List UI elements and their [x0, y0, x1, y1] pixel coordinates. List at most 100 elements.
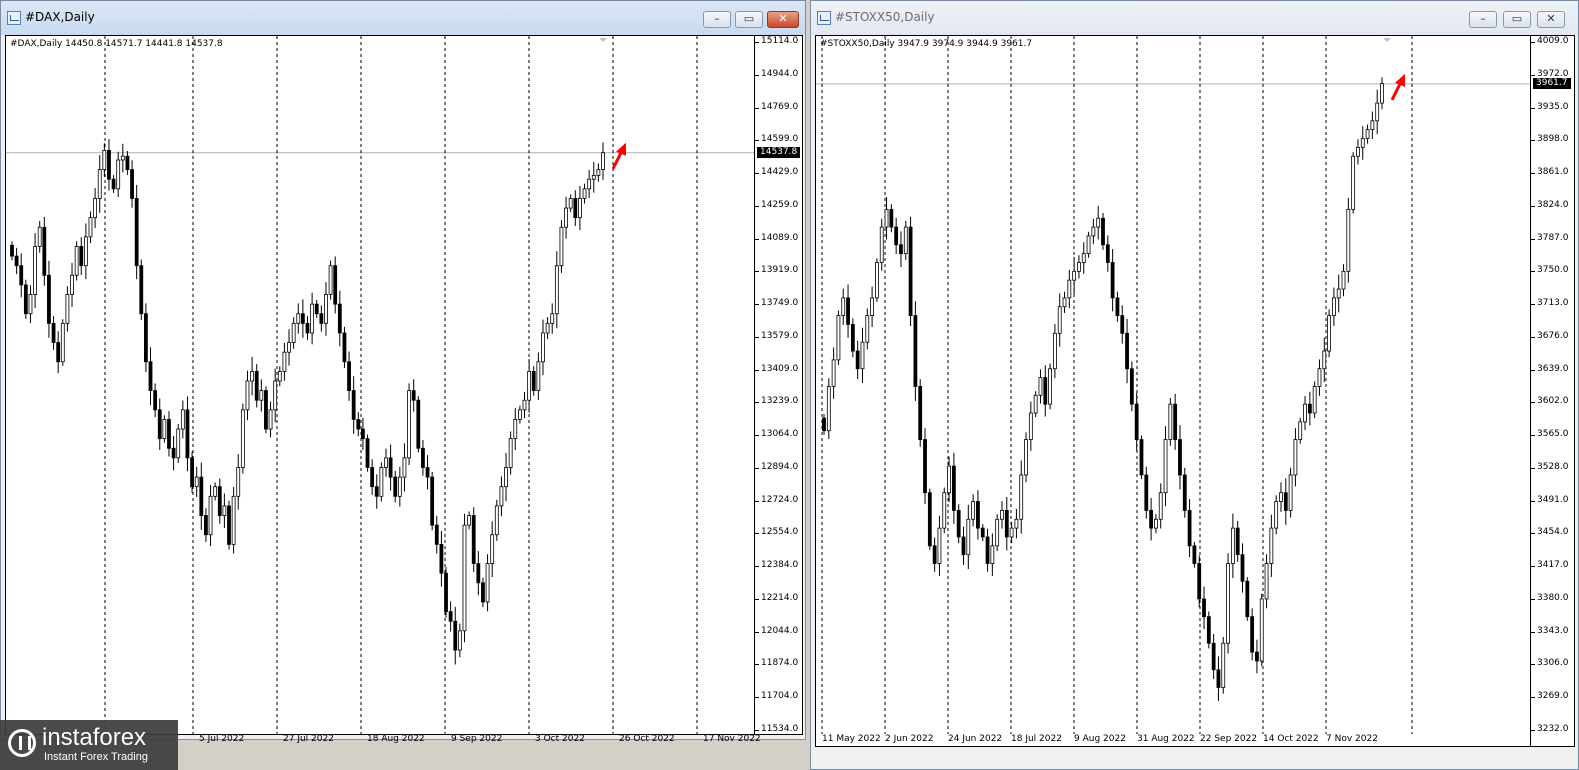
price-tick: [755, 664, 759, 666]
candle-body: [499, 486, 504, 507]
candle-body: [70, 274, 74, 295]
candle-body: [1067, 279, 1072, 299]
price-label: 3528.0: [1537, 461, 1569, 472]
chart-window-dax[interactable]: #DAX,Daily – ▭ ✕ #DAX,Daily 14450.8 1457…: [0, 0, 806, 744]
candle-body: [1163, 439, 1168, 494]
close-button[interactable]: ✕: [1537, 11, 1565, 28]
candle-body: [903, 226, 908, 255]
candle-body: [97, 169, 102, 199]
maximize-button[interactable]: ▭: [735, 11, 763, 28]
candle-body: [1004, 510, 1009, 538]
candle-body: [591, 174, 596, 180]
candle-body: [956, 510, 961, 538]
title-bar[interactable]: #STOXX50,Daily – ▭ ✕: [811, 1, 1578, 35]
candle-body: [37, 226, 42, 247]
chart-window-stoxx50[interactable]: #STOXX50,Daily – ▭ ✕ #STOXX50,Daily 3947…: [810, 0, 1579, 770]
candle-body: [65, 294, 70, 324]
candle-body: [139, 265, 144, 315]
price-tick: [1531, 42, 1535, 43]
candle-body: [102, 149, 107, 171]
price-tick: [755, 173, 759, 175]
price-tick: [1531, 140, 1535, 142]
price-label: 3750.0: [1537, 265, 1569, 276]
candle-body: [578, 198, 582, 219]
candle-body: [14, 255, 19, 267]
candle-body: [990, 545, 995, 564]
candle-body: [1240, 554, 1245, 582]
ohlc-header: #DAX,Daily 14450.8 14571.7 14441.8 14537…: [10, 39, 223, 49]
candle-body: [1120, 315, 1125, 334]
candle-body: [841, 297, 846, 317]
maximize-button[interactable]: ▭: [1503, 11, 1531, 28]
candle-body: [1173, 403, 1178, 440]
candle-body: [328, 265, 333, 295]
minimize-button[interactable]: –: [1469, 11, 1497, 28]
candle-body: [1341, 270, 1346, 290]
price-label: 14429.0: [761, 167, 799, 178]
candle-body: [434, 524, 439, 545]
price-label: 3602.0: [1537, 396, 1569, 407]
candle-body: [471, 515, 476, 564]
candle-body: [467, 515, 472, 526]
candle-body: [370, 467, 375, 488]
price-label: 14769.0: [761, 101, 799, 112]
candle-body: [305, 322, 310, 334]
title-bar[interactable]: #DAX,Daily – ▭ ✕: [1, 1, 805, 35]
candle-body: [822, 417, 826, 432]
price-label: 3454.0: [1537, 527, 1569, 538]
candle-body: [1380, 83, 1384, 104]
candle-body: [1312, 386, 1317, 414]
price-tick: [755, 631, 759, 633]
candle-body: [393, 476, 398, 497]
candle-body: [407, 390, 411, 459]
price-label: 13919.0: [761, 265, 799, 276]
price-label: 3232.0: [1537, 724, 1569, 734]
price-label: 3676.0: [1537, 330, 1569, 341]
candle-body: [1279, 492, 1283, 502]
price-label: 13239.0: [761, 396, 799, 407]
candle-body: [374, 486, 379, 497]
candle-body: [190, 457, 194, 488]
candle-body: [508, 438, 513, 468]
candle-body: [236, 467, 241, 497]
date-label: 18 Aug 2022: [367, 734, 425, 744]
candle-body: [1048, 368, 1052, 405]
window-title: #DAX,Daily: [25, 10, 95, 24]
candle-body: [1360, 138, 1365, 148]
candle-body: [273, 380, 278, 411]
candle-body: [1346, 208, 1351, 272]
price-label: 13409.0: [761, 363, 799, 374]
chart-plot-area[interactable]: #DAX,Daily 14450.8 14571.7 14441.8 14537…: [5, 35, 803, 744]
logo-tagline: Instant Forex Trading: [44, 751, 148, 763]
candle-body: [342, 332, 347, 363]
price-tick: [755, 304, 759, 306]
candle-body: [884, 208, 889, 228]
candle-body: [913, 315, 918, 387]
candle-body: [199, 476, 204, 516]
candle-body: [513, 419, 518, 440]
candle-body: [923, 439, 927, 494]
candle-body: [213, 486, 218, 497]
price-tick: [755, 369, 759, 371]
price-tick: [755, 140, 759, 142]
candle-body: [180, 409, 185, 430]
price-label: 13579.0: [761, 330, 799, 341]
candle-body: [416, 399, 421, 449]
candle-body: [1331, 297, 1336, 317]
close-button[interactable]: ✕: [767, 11, 799, 28]
candle-body: [439, 543, 444, 574]
price-tick: [755, 533, 759, 535]
candle-body: [222, 505, 227, 516]
date-label: 18 Jul 2022: [1011, 734, 1062, 744]
candle-body: [162, 419, 167, 440]
chart-plot-area[interactable]: #STOXX50,Daily 3947.9 3974.9 3944.9 3961…: [815, 35, 1575, 747]
candle-body: [971, 501, 976, 520]
candle-body: [116, 159, 121, 190]
candle-body: [1298, 421, 1303, 440]
date-label: 2 Jun 2022: [885, 734, 934, 744]
candle-body: [937, 527, 942, 564]
current-price-label: 14537.8: [757, 146, 801, 158]
minimize-button[interactable]: –: [703, 11, 731, 28]
candle-body: [351, 390, 356, 420]
price-label: 4009.0: [1537, 36, 1569, 46]
